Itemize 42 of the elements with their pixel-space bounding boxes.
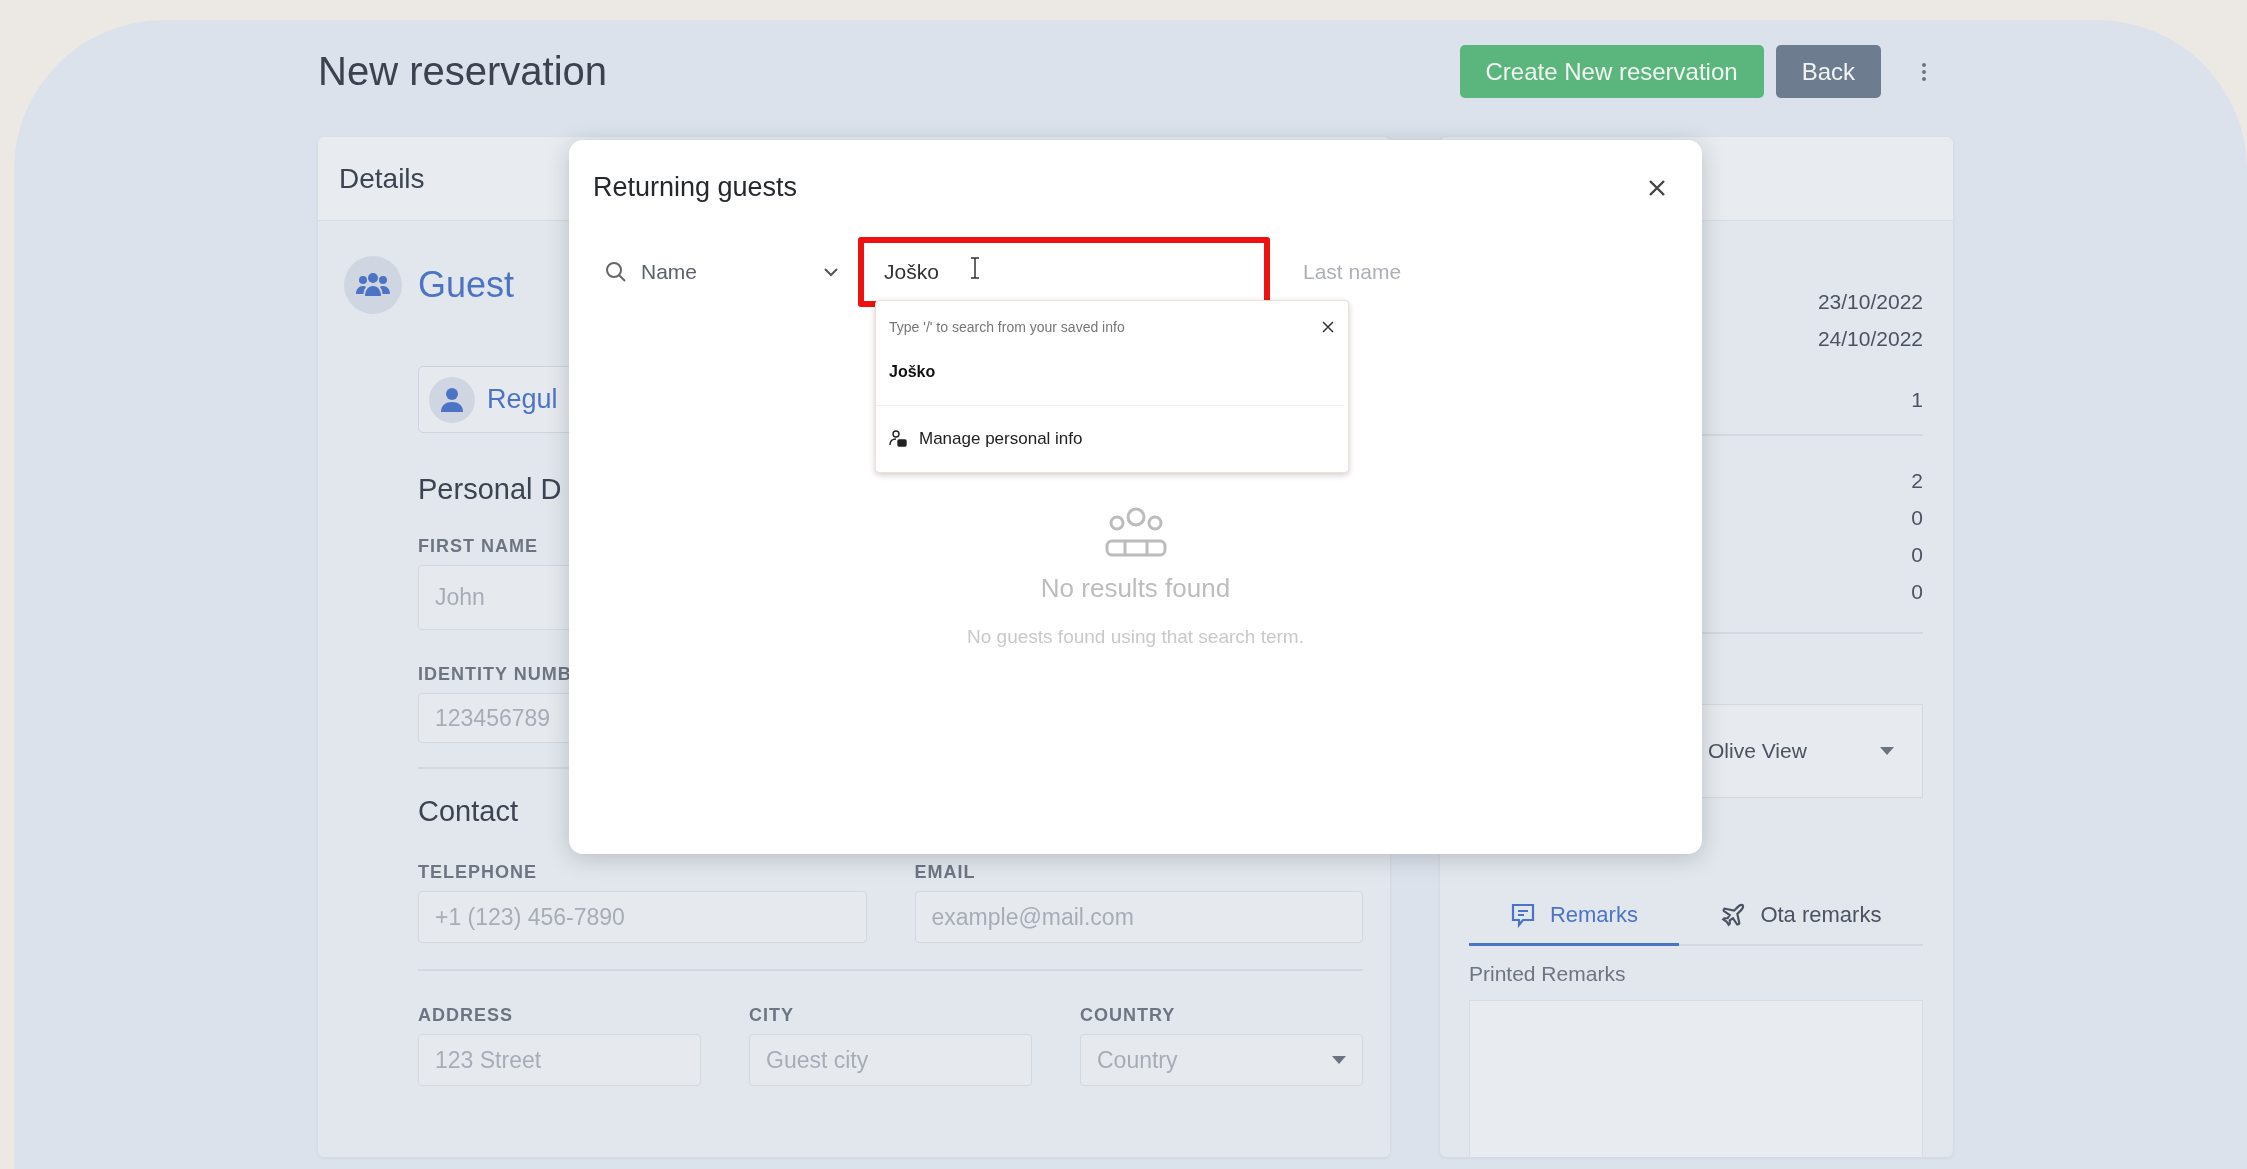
autofill-suggestion[interactable]: Joško xyxy=(876,339,1344,406)
summary-value: 2 xyxy=(1910,468,1923,494)
summary-value: 0 xyxy=(1910,579,1923,605)
summary-value: 24/10/2022 xyxy=(1816,326,1923,352)
summary-value: 0 xyxy=(1910,542,1923,568)
caret-icon xyxy=(1332,1056,1346,1064)
field-label: IDENTITY NUMB xyxy=(418,664,572,685)
section-heading: Contact xyxy=(418,795,518,828)
name-input[interactable]: Joško xyxy=(884,260,954,284)
text-cursor-icon xyxy=(970,257,980,279)
person-card-icon xyxy=(889,430,907,448)
last-name-field[interactable]: Last name xyxy=(1301,259,1605,285)
airplane-icon xyxy=(1720,901,1747,928)
back-button[interactable]: Back xyxy=(1775,45,1881,98)
more-options-icon[interactable] xyxy=(1921,61,1927,82)
manage-info-item[interactable]: Manage personal info xyxy=(876,406,1348,472)
summary-value: 1 xyxy=(1910,387,1923,413)
chevron-down-icon xyxy=(823,267,839,277)
search-icon xyxy=(605,261,627,283)
field-label: COUNTRY xyxy=(1080,1005,1176,1026)
field-label: EMAIL xyxy=(914,862,976,883)
remarks-tab[interactable]: Remarks xyxy=(1469,886,1679,946)
summary-value: 23/10/2022 xyxy=(1816,289,1923,315)
summary-value: 0 xyxy=(1910,505,1923,531)
field-label: FIRST NAME xyxy=(418,536,538,557)
field-label: CITY xyxy=(749,1005,794,1026)
section-heading: Personal D xyxy=(418,473,562,506)
caret-icon xyxy=(1880,747,1894,755)
person-icon xyxy=(441,387,463,412)
autofill-hint: Type '/' to search from your saved info xyxy=(889,319,1125,335)
dialog-title: Returning guests xyxy=(593,172,798,203)
section-title: Guest xyxy=(418,264,515,306)
field-label: Printed Remarks xyxy=(1469,962,1626,986)
field-label: ADDRESS xyxy=(418,1005,513,1026)
page-title: New reservation xyxy=(318,49,608,94)
search-by-select[interactable]: Name xyxy=(593,247,847,297)
field-label: TELEPHONE xyxy=(418,862,537,883)
empty-title: No results found xyxy=(1040,573,1231,604)
comment-icon xyxy=(1509,901,1536,928)
create-reservation-button[interactable]: Create New reservation xyxy=(1459,45,1764,98)
remarks-tab[interactable]: Ota remarks xyxy=(1678,886,1923,946)
close-icon[interactable] xyxy=(1322,321,1334,333)
